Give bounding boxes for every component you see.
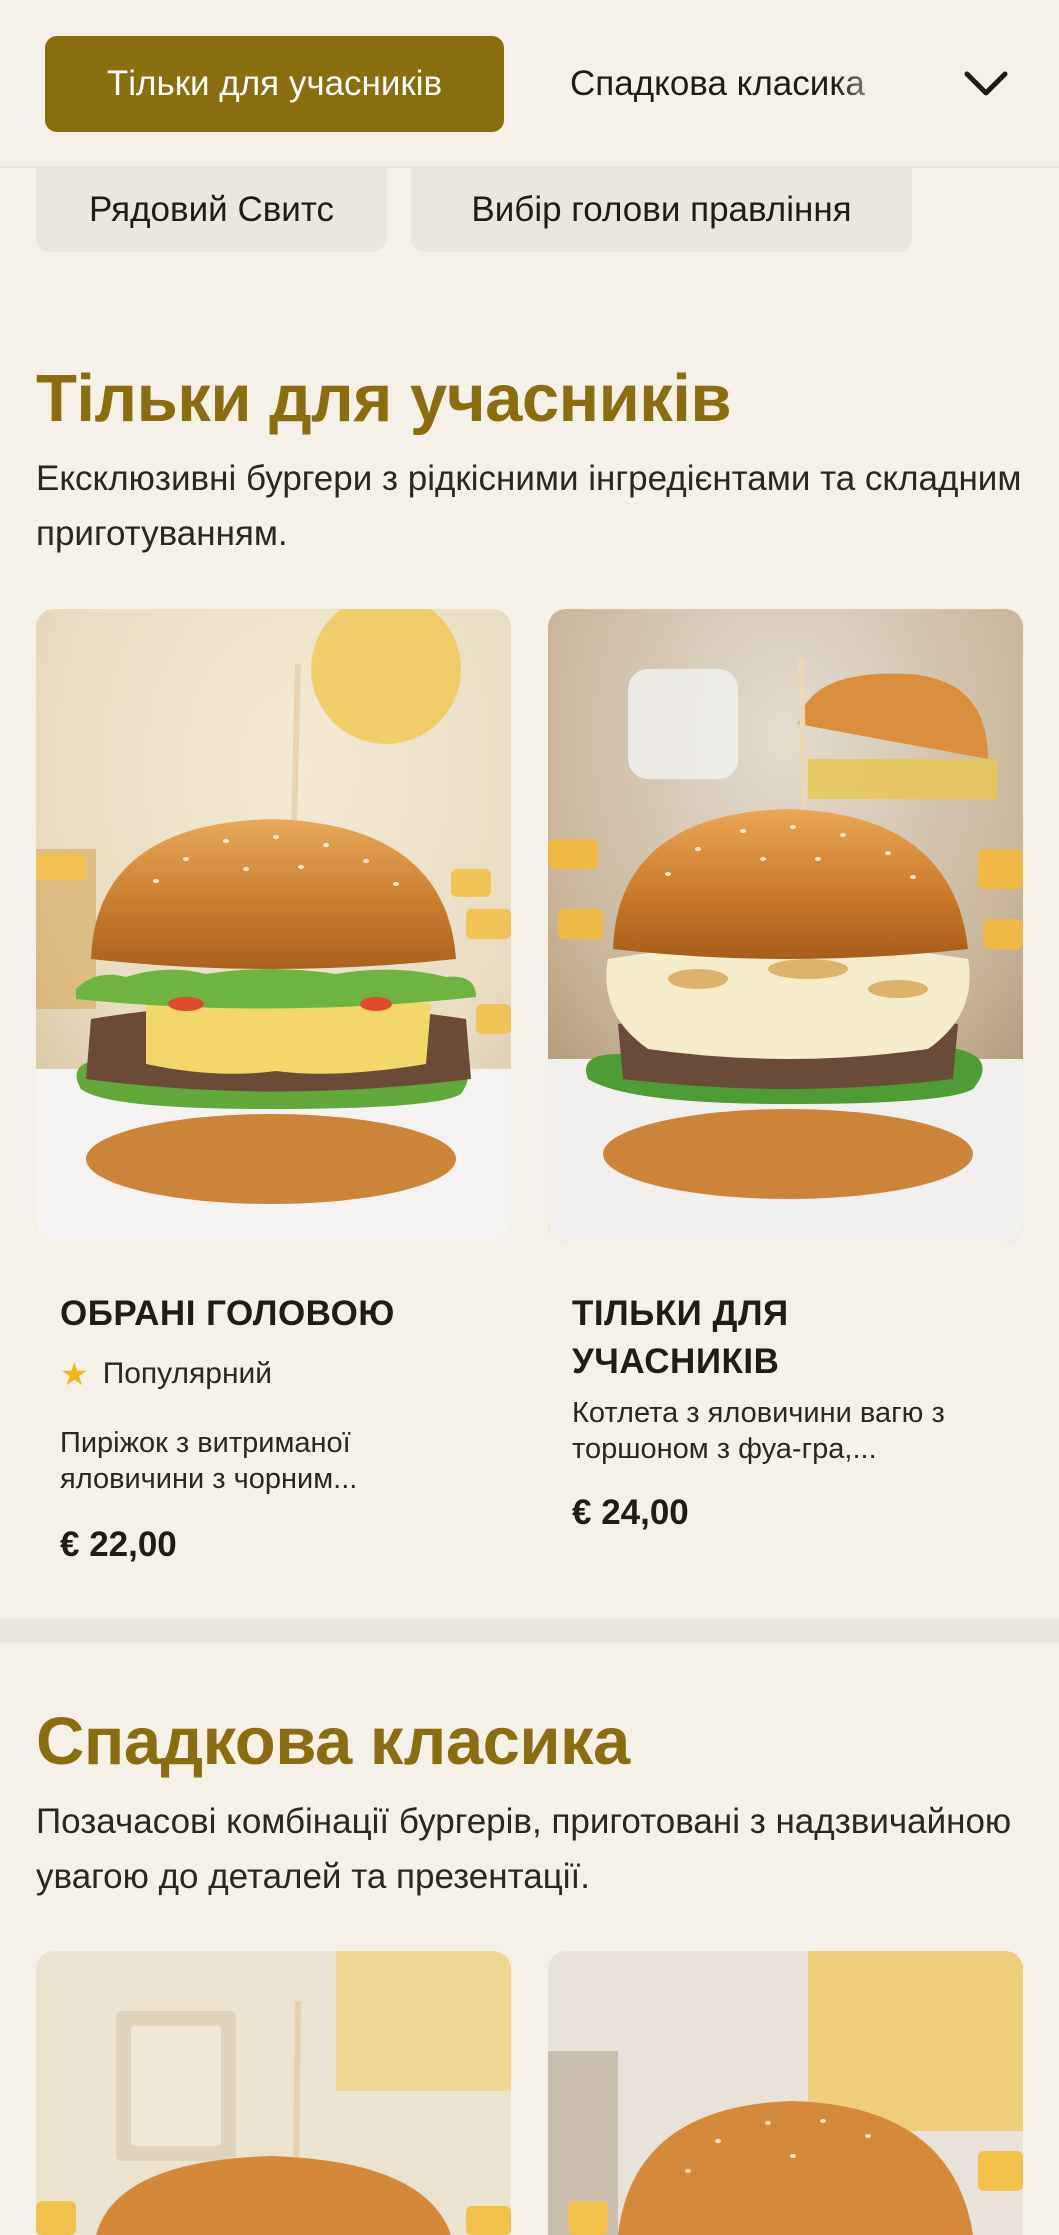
category-nav: Тільки для учасників Спадкова класика (0, 0, 1059, 168)
category-tab[interactable]: Рядовий Свитс (36, 168, 387, 252)
category-tab-next[interactable]: Спадкова класика (570, 36, 905, 132)
section-title: Тільки для учасників (36, 361, 732, 436)
chevron-down-icon[interactable] (958, 58, 1014, 110)
menu-item-price: € 24,00 (572, 1493, 689, 1532)
category-tab[interactable]: Вибір голови правління (411, 168, 912, 252)
menu-item-description: Пиріжок з витриманої яловичини з чорним.… (60, 1427, 358, 1495)
menu-item-name[interactable]: ОБРАНІ ГОЛОВОЮ (60, 1290, 480, 1338)
menu-item-price: € 22,00 (60, 1525, 177, 1564)
status-badge: ★ Популярний (60, 1355, 272, 1393)
burger-photo[interactable] (36, 609, 511, 1242)
category-tab-active[interactable]: Тільки для учасників (45, 36, 504, 132)
section-description: Позачасові комбінації бургерів, приготов… (36, 1802, 1012, 1896)
section-title: Спадкова класика (36, 1704, 630, 1779)
menu-item-name[interactable]: ТІЛЬКИ ДЛЯ УЧАСНИКІВ (572, 1290, 992, 1386)
section-description: Ексклюзивні бургери з рідкісними інгреді… (36, 459, 1022, 553)
burger-photo[interactable] (548, 609, 1023, 1242)
section-divider (0, 1619, 1059, 1643)
category-tabs-row: Рядовий Свитс Вибір голови правління (0, 168, 1059, 252)
badge-label: Популярний (102, 1357, 273, 1390)
menu-item-description: Котлета з яловичини вагю з торшоном з фу… (572, 1397, 945, 1465)
star-icon: ★ (60, 1356, 89, 1392)
burger-photo[interactable] (548, 1951, 1023, 2235)
burger-photo[interactable] (36, 1951, 511, 2235)
